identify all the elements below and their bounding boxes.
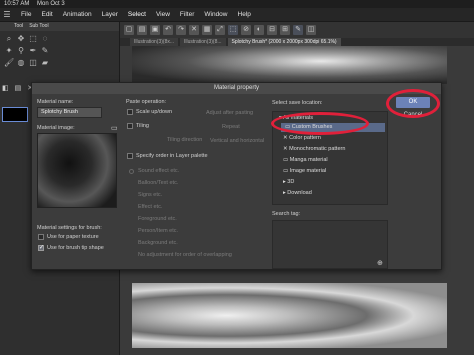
order-option-5: Foreground etc. bbox=[138, 216, 177, 222]
brush-tip-checkbox[interactable] bbox=[38, 244, 44, 251]
tree-3d[interactable]: ▸ 3D bbox=[283, 178, 294, 187]
specify-order-label: Specify order in Layer palette bbox=[136, 153, 208, 159]
deselect-icon[interactable]: ⊘ bbox=[241, 25, 251, 35]
gradient-icon[interactable]: ▤ bbox=[15, 84, 22, 92]
status-date: Mon Oct 3 bbox=[37, 1, 65, 7]
material-name-label: Material name: bbox=[37, 99, 74, 105]
select-all-icon[interactable]: ⬚ bbox=[228, 25, 238, 35]
wand-tool-icon[interactable]: ✦ bbox=[4, 46, 14, 56]
scale-label: Scale up/down bbox=[136, 109, 173, 115]
material-image-label: Material image: bbox=[37, 125, 75, 131]
material-property-dialog: Material property Material name: Splotch… bbox=[31, 82, 442, 270]
folder-icon[interactable]: ▭ bbox=[111, 124, 118, 132]
tiling-checkbox[interactable] bbox=[127, 123, 133, 129]
new-icon[interactable]: ▢ bbox=[124, 25, 134, 35]
paper-texture-label: Use for paper texture bbox=[47, 234, 99, 240]
canvas-image-top bbox=[132, 46, 447, 84]
highlight-ring-ok bbox=[386, 89, 440, 118]
tool-grid: ⌕ ✥ ⬚ ◌ ✦ ⚲ ✒ ✎ 🖌 ◍ ◫ ▰ bbox=[0, 31, 119, 71]
command-bar: ▢ ▤ ▣ ↶ ↷ ✕ ▦ ⤢ ⬚ ⊘ ◐ ⊟ ⊞ ✎ ◫ bbox=[120, 22, 474, 38]
redo-icon[interactable]: ↷ bbox=[176, 25, 186, 35]
tab-sub-tool[interactable]: Sub Tool bbox=[29, 22, 48, 31]
pen-tool-icon[interactable]: ✒ bbox=[28, 46, 38, 56]
menu-animation[interactable]: Animation bbox=[58, 8, 97, 22]
main-color-swatch[interactable] bbox=[2, 107, 28, 122]
brush-tip-label: Use for brush tip shape bbox=[47, 245, 104, 251]
order-option-1: Sound effect etc. bbox=[138, 168, 180, 174]
tiling-label: Tiling bbox=[136, 123, 149, 129]
order-option-8: No adjustment for order of overlapping bbox=[138, 252, 232, 258]
add-tag-icon[interactable]: ⊕ bbox=[377, 259, 383, 267]
menu-view[interactable]: View bbox=[151, 8, 175, 22]
app-menu-icon[interactable]: ☰ bbox=[2, 10, 12, 20]
order-option-6: Person/Item etc. bbox=[138, 228, 179, 234]
doc-tab-1[interactable]: Illustration(3)(8x... bbox=[130, 38, 179, 46]
zoom-tool-icon[interactable]: ⌕ bbox=[4, 34, 14, 44]
doc-tab-active[interactable]: Splotchy Brush* (2000 x 2000px 300dpi 65… bbox=[227, 38, 341, 46]
scale-checkbox[interactable] bbox=[127, 109, 133, 115]
paste-operation-label: Paste operation: bbox=[126, 99, 167, 105]
brush-settings-label: Material settings for brush: bbox=[37, 225, 102, 231]
adjust-pasting-label: Adjust after pasting bbox=[206, 110, 254, 116]
menu-select[interactable]: Select bbox=[123, 8, 151, 22]
transform-icon[interactable]: ⤢ bbox=[215, 25, 225, 35]
doc-tab-2[interactable]: Illustration(3)(8... bbox=[180, 38, 226, 46]
fill-icon[interactable]: ▦ bbox=[202, 25, 212, 35]
bucket-icon[interactable]: ◧ bbox=[2, 84, 9, 92]
subtool-icons: ◧ ▤ ✕ bbox=[2, 84, 33, 92]
menu-filter[interactable]: Filter bbox=[175, 8, 199, 22]
search-tag-area[interactable]: ⊕ bbox=[272, 220, 388, 269]
order-option-7: Background etc. bbox=[138, 240, 178, 246]
tree-manga-material[interactable]: ▭ Manga material bbox=[283, 156, 328, 165]
pencil-tool-icon[interactable]: ✎ bbox=[40, 46, 50, 56]
material-name-field[interactable]: Splotchy Brush bbox=[37, 107, 102, 118]
save-icon[interactable]: ▣ bbox=[150, 25, 160, 35]
eraser-icon[interactable]: ◫ bbox=[306, 25, 316, 35]
tiling-direction-label: Tiling direction bbox=[167, 137, 203, 143]
order-option-3: Signs etc. bbox=[138, 192, 163, 198]
vertical-horizontal-label: Vertical and horizontal bbox=[210, 138, 265, 144]
menu-help[interactable]: Help bbox=[233, 8, 256, 22]
grid-icon[interactable]: ⊞ bbox=[280, 25, 290, 35]
ruler-icon[interactable]: ⊟ bbox=[267, 25, 277, 35]
status-time: 10:57 AM bbox=[4, 1, 30, 7]
tree-image-material[interactable]: ▭ Image material bbox=[283, 167, 326, 176]
order-option-2: Balloon/Text etc. bbox=[138, 180, 179, 186]
highlight-ring-custom-brushes bbox=[271, 112, 369, 135]
menu-layer[interactable]: Layer bbox=[97, 8, 123, 22]
repeat-label: Repeat bbox=[222, 124, 240, 130]
open-icon[interactable]: ▤ bbox=[137, 25, 147, 35]
invert-icon[interactable]: ◐ bbox=[254, 25, 264, 35]
undo-icon[interactable]: ↶ bbox=[163, 25, 173, 35]
menu-file[interactable]: File bbox=[16, 8, 36, 22]
fill-tool-icon[interactable]: ▰ bbox=[40, 58, 50, 68]
search-tag-label: Search tag: bbox=[272, 211, 301, 217]
tab-tool[interactable]: Tool bbox=[14, 22, 23, 31]
save-location-label: Select save location: bbox=[272, 100, 323, 106]
order-option-4: Effect etc. bbox=[138, 204, 163, 210]
tool-panel-tabs: Tool Sub Tool bbox=[0, 22, 119, 31]
clear-icon[interactable]: ✕ bbox=[189, 25, 199, 35]
specify-order-checkbox[interactable] bbox=[127, 153, 133, 159]
menu-bar: ☰ File Edit Animation Layer Select View … bbox=[0, 8, 474, 22]
document-tabs: Illustration(3)(8x... Illustration(3)(8.… bbox=[130, 38, 474, 46]
material-image-preview bbox=[37, 133, 117, 208]
eraser-tool-icon[interactable]: ◫ bbox=[28, 58, 38, 68]
paper-texture-checkbox[interactable] bbox=[38, 234, 44, 240]
eyedropper-tool-icon[interactable]: ⚲ bbox=[16, 46, 26, 56]
select-tool-icon[interactable]: ⬚ bbox=[28, 34, 38, 44]
lasso-tool-icon[interactable]: ◌ bbox=[40, 34, 50, 44]
order-radio-1[interactable] bbox=[129, 169, 134, 174]
brush-tool-icon[interactable]: 🖌 bbox=[4, 58, 14, 68]
dialog-title: Material property bbox=[32, 83, 441, 94]
airbrush-tool-icon[interactable]: ◍ bbox=[16, 58, 26, 68]
brush-icon[interactable]: ✎ bbox=[293, 25, 303, 35]
tree-monochromatic-pattern[interactable]: ✕ Monochromatic pattern bbox=[283, 145, 345, 154]
tree-color-pattern[interactable]: ✕ Color pattern bbox=[283, 134, 321, 143]
tree-download[interactable]: ▸ Download bbox=[283, 189, 312, 198]
menu-edit[interactable]: Edit bbox=[36, 8, 57, 22]
move-tool-icon[interactable]: ✥ bbox=[16, 34, 26, 44]
canvas-image-bottom bbox=[132, 283, 447, 348]
menu-window[interactable]: Window bbox=[199, 8, 232, 22]
